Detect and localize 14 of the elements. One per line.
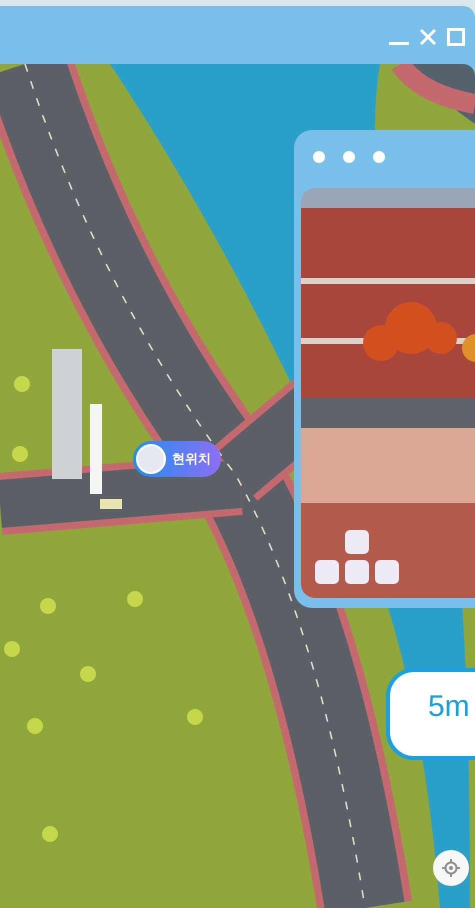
avatar-icon bbox=[136, 444, 166, 474]
key-button[interactable] bbox=[315, 560, 339, 584]
key-button[interactable] bbox=[345, 530, 369, 554]
dot-icon bbox=[373, 151, 385, 163]
marker-label: 현위치 bbox=[172, 451, 211, 468]
close-icon[interactable] bbox=[419, 28, 437, 46]
distance-text: 5m bbox=[428, 690, 470, 723]
key-button[interactable] bbox=[375, 560, 399, 584]
maximize-icon[interactable] bbox=[447, 28, 465, 46]
location-marker[interactable]: 현위치 bbox=[133, 441, 221, 477]
dot-icon bbox=[343, 151, 355, 163]
key-button[interactable] bbox=[345, 560, 369, 584]
crosshair-icon bbox=[442, 859, 460, 877]
dot-icon bbox=[313, 151, 325, 163]
